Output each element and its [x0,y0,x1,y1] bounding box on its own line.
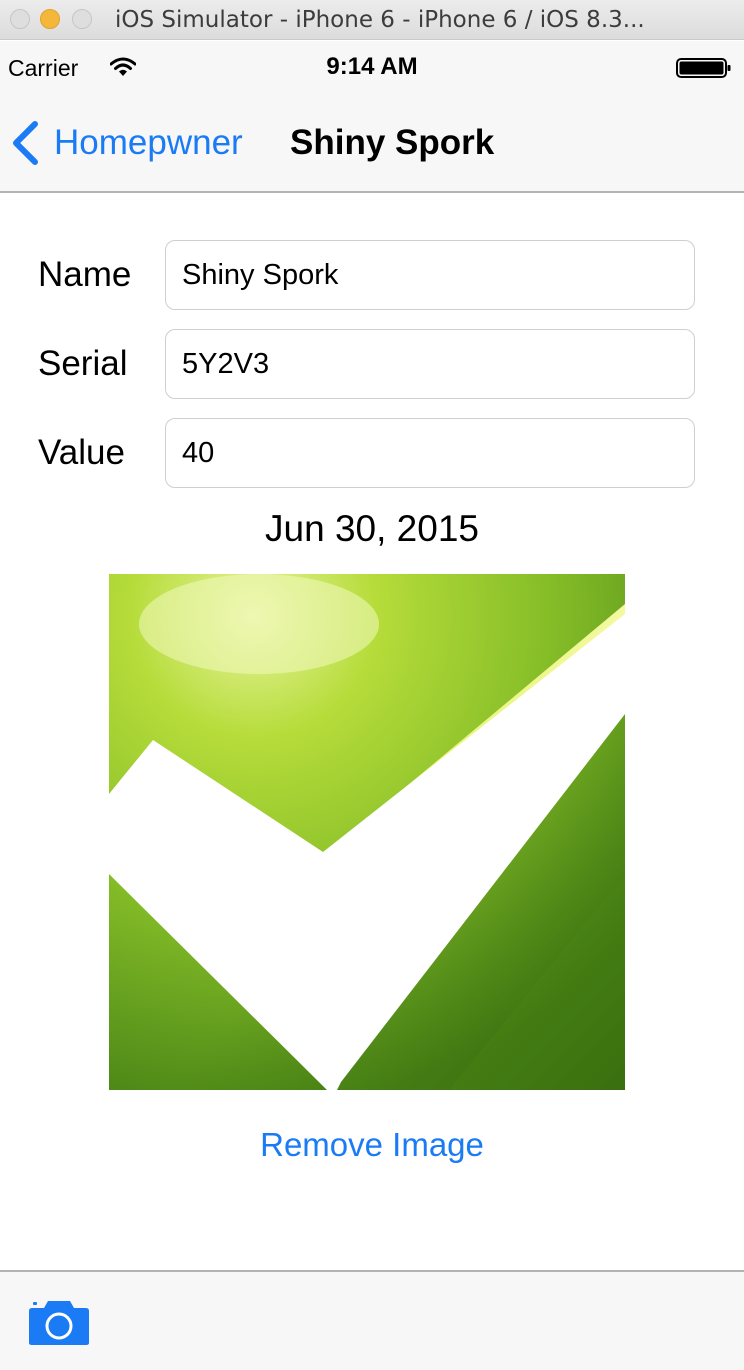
status-bar: Carrier 9:14 AM [0,41,744,95]
window-title: iOS Simulator - iPhone 6 - iPhone 6 / iO… [115,7,645,33]
item-photo [109,574,625,1090]
simulator-window: iOS Simulator - iPhone 6 - iPhone 6 / iO… [0,0,744,1370]
close-window-button[interactable] [10,9,30,29]
date-created-label: Jun 30, 2015 [265,508,479,549]
minimize-window-button[interactable] [40,9,60,29]
serial-field[interactable] [165,329,695,399]
serial-label: Serial [38,344,128,383]
window-titlebar: iOS Simulator - iPhone 6 - iPhone 6 / iO… [0,0,744,40]
value-label: Value [38,433,125,472]
back-button-label: Homepwner [54,123,243,162]
value-field[interactable] [165,418,695,488]
status-time: 9:14 AM [326,53,418,80]
battery-icon [676,58,731,78]
back-button[interactable]: Homepwner [10,117,243,169]
name-label: Name [38,255,132,294]
remove-image-button[interactable]: Remove Image [0,1126,744,1164]
camera-icon[interactable] [28,1300,90,1346]
name-field[interactable] [165,240,695,310]
bottom-toolbar [0,1270,744,1370]
nav-title: Shiny Spork [290,123,495,162]
navigation-bar: Homepwner Shiny Spork [0,95,744,193]
chevron-left-icon [13,121,38,165]
zoom-window-button[interactable] [72,9,92,29]
